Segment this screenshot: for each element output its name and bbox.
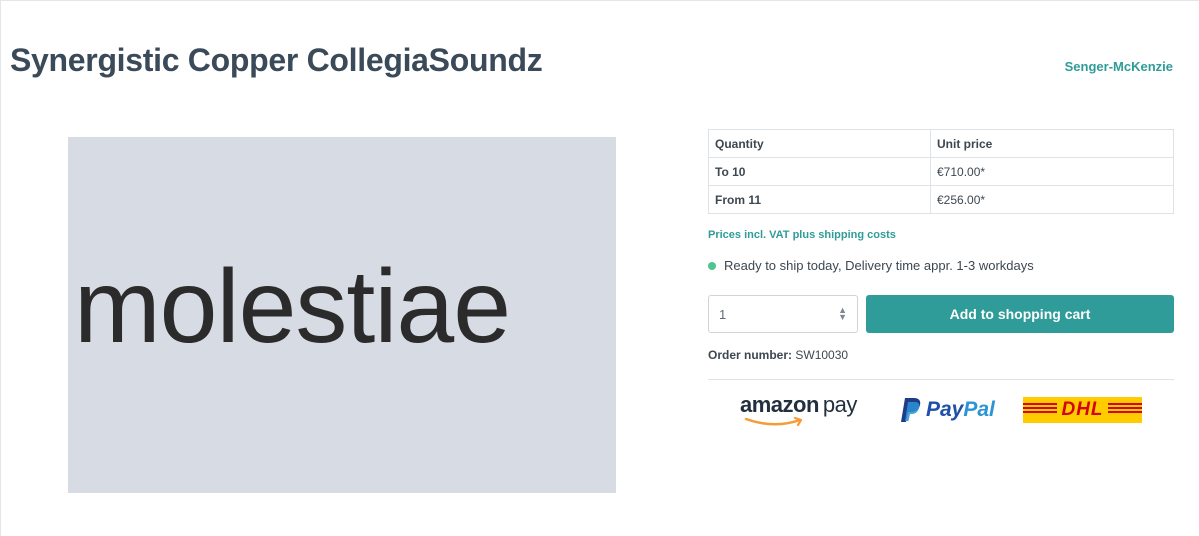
add-to-cart-button[interactable]: Add to shopping cart — [866, 295, 1174, 333]
product-image[interactable]: molestiae — [68, 137, 616, 493]
delivery-text: Ready to ship today, Delivery time appr.… — [724, 258, 1034, 273]
delivery-status-dot-icon — [708, 261, 716, 270]
price-cell: €256.00* — [930, 185, 1174, 214]
price-table-row: To 10 €710.00* — [708, 157, 1174, 186]
unit-price-header: Unit price — [930, 129, 1174, 158]
amazon-pay-logo: amazon pay — [740, 392, 880, 428]
amazon-logo-word: amazon — [740, 392, 819, 417]
chevron-up-down-icon: ▲ ▼ — [838, 305, 847, 322]
quantity-select[interactable]: 1 ▲ ▼ — [708, 295, 858, 333]
paypal-pal-word: Pal — [963, 398, 995, 421]
price-cell: €710.00* — [930, 157, 1174, 186]
quantity-value: 1 — [719, 306, 727, 322]
order-number-value: SW10030 — [795, 348, 849, 362]
amazon-smile-icon — [744, 417, 803, 427]
delivery-info: Ready to ship today, Delivery time appr.… — [708, 258, 1034, 273]
divider — [708, 379, 1174, 380]
quantity-cell: From 11 — [708, 185, 931, 214]
quantity-cell: To 10 — [708, 157, 931, 186]
manufacturer-link[interactable]: Senger-McKenzie — [1065, 59, 1173, 74]
price-table-row: From 11 €256.00* — [708, 185, 1174, 214]
dhl-logo-word: DHL — [1057, 399, 1108, 421]
amazon-pay-word: pay — [822, 392, 857, 417]
paypal-pay-word: Pay — [926, 398, 964, 421]
quantity-header: Quantity — [708, 129, 931, 158]
paypal-p-icon — [901, 398, 921, 422]
product-image-text: molestiae — [74, 249, 511, 365]
block-price-table: Quantity Unit price To 10 €710.00* From … — [708, 129, 1174, 214]
dhl-logo: DHL — [1023, 397, 1142, 423]
paypal-logo: PayPal — [900, 395, 995, 425]
price-table-header-row: Quantity Unit price — [708, 129, 1174, 158]
vat-shipping-link[interactable]: Prices incl. VAT plus shipping costs — [708, 229, 896, 241]
order-number-label: Order number: — [708, 348, 793, 362]
order-number: Order number: SW10030 — [708, 348, 848, 362]
product-title: Synergistic Copper CollegiaSoundz — [10, 42, 543, 78]
